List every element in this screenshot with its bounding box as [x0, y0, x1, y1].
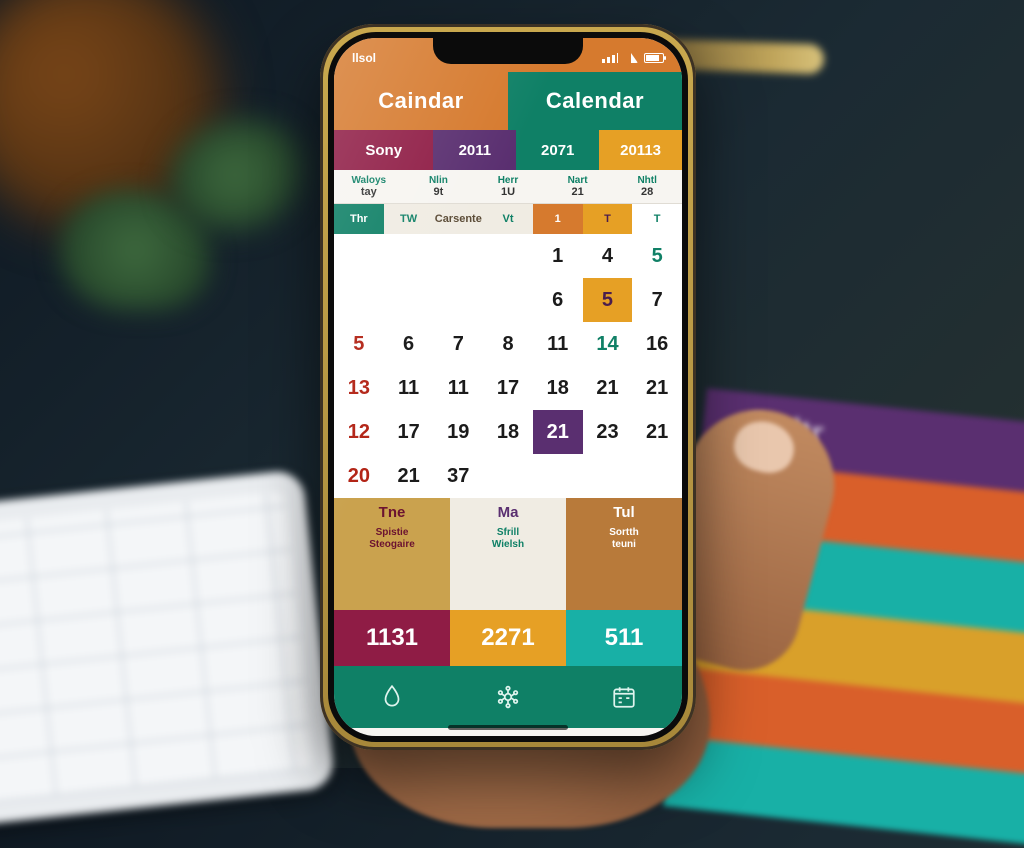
- number-cell[interactable]: 2271: [450, 610, 566, 666]
- day-sub: Sortth: [609, 527, 638, 539]
- tab-month[interactable]: Sony: [334, 130, 433, 170]
- calendar-day: [433, 234, 483, 278]
- calendar-day: [334, 278, 384, 322]
- calendar-day[interactable]: 5: [632, 234, 682, 278]
- day-label: Ma: [498, 504, 519, 521]
- calendar-day: [384, 278, 434, 322]
- day-label: Tne: [379, 504, 406, 521]
- calendar-day[interactable]: 1: [533, 234, 583, 278]
- calendar-day: [334, 234, 384, 278]
- nav-star-icon[interactable]: [486, 675, 530, 719]
- mini-item[interactable]: Nhtl28: [612, 170, 682, 203]
- calendar-day[interactable]: 5: [583, 278, 633, 322]
- day-label: Tul: [613, 504, 634, 521]
- day-sub: teuni: [612, 539, 636, 551]
- phone-device: llsol Caindar Calendar Sony 2011 2071 20…: [320, 24, 696, 750]
- day-column[interactable]: Tne Spistie Steogaire: [334, 498, 450, 610]
- phone-screen: llsol Caindar Calendar Sony 2011 2071 20…: [334, 38, 682, 736]
- calendar-day: [583, 454, 633, 498]
- day-sub: Steogaire: [369, 539, 415, 551]
- calendar-day[interactable]: 11: [433, 366, 483, 410]
- calendar-day[interactable]: 11: [384, 366, 434, 410]
- day-column[interactable]: Ma Sfrill Wielsh: [450, 498, 566, 610]
- weekday: Thr: [334, 204, 384, 234]
- calendar-grid: 1456575678111416131111171821211217191821…: [334, 234, 682, 498]
- tab-year[interactable]: 2011: [433, 130, 516, 170]
- weekday: T: [583, 204, 633, 234]
- signal-icon: [602, 53, 618, 63]
- header-left[interactable]: Caindar: [334, 72, 508, 130]
- calendar-day[interactable]: 21: [632, 366, 682, 410]
- decor-tablet: [0, 469, 336, 827]
- weekday: 1: [533, 204, 583, 234]
- calendar-day[interactable]: 13: [334, 366, 384, 410]
- calendar-day: [433, 278, 483, 322]
- day-sub: Sfrill: [497, 527, 519, 539]
- calendar-day[interactable]: 14: [583, 322, 633, 366]
- day-column[interactable]: Tul Sortth teuni: [566, 498, 682, 610]
- weekday-header: Thr TW Carsente Vt 1 T T: [334, 204, 682, 234]
- phone-notch: [433, 38, 583, 64]
- day-sub: Spistie: [376, 527, 409, 539]
- nav-home-icon[interactable]: [370, 675, 414, 719]
- calendar-day[interactable]: 8: [483, 322, 533, 366]
- calendar-day: [632, 454, 682, 498]
- mini-item[interactable]: Waloystay: [334, 170, 404, 203]
- weekday: Vt: [483, 204, 533, 234]
- mini-item[interactable]: Herr1U: [473, 170, 543, 203]
- status-time: llsol: [352, 51, 376, 65]
- calendar-day[interactable]: 19: [433, 410, 483, 454]
- day-band: Tne Spistie Steogaire Ma Sfrill Wielsh T…: [334, 498, 682, 610]
- battery-icon: [644, 53, 664, 63]
- calendar-day[interactable]: 18: [533, 366, 583, 410]
- calendar-day[interactable]: 16: [632, 322, 682, 366]
- calendar-day[interactable]: 17: [384, 410, 434, 454]
- calendar-day[interactable]: 23: [583, 410, 633, 454]
- weekday: Carsente: [433, 204, 483, 234]
- calendar-day[interactable]: 4: [583, 234, 633, 278]
- mini-item[interactable]: Nart21: [543, 170, 613, 203]
- wifi-icon: [624, 53, 638, 63]
- calendar-day[interactable]: 21: [384, 454, 434, 498]
- calendar-day[interactable]: 17: [483, 366, 533, 410]
- number-cell[interactable]: 511: [566, 610, 682, 666]
- tab-year[interactable]: 2071: [516, 130, 599, 170]
- mini-item[interactable]: Nlin9t: [404, 170, 474, 203]
- calendar-day[interactable]: 6: [533, 278, 583, 322]
- calendar-day[interactable]: 7: [632, 278, 682, 322]
- calendar-day[interactable]: 37: [433, 454, 483, 498]
- calendar-day[interactable]: 12: [334, 410, 384, 454]
- calendar-day[interactable]: 18: [483, 410, 533, 454]
- mini-labels: Waloystay Nlin9t Herr1U Nart21 Nhtl28: [334, 170, 682, 204]
- nav-calendar-icon[interactable]: [602, 675, 646, 719]
- calendar-day: [384, 234, 434, 278]
- calendar-day: [483, 278, 533, 322]
- tab-year[interactable]: 20113: [599, 130, 682, 170]
- calendar-day: [483, 234, 533, 278]
- calendar-day[interactable]: 20: [334, 454, 384, 498]
- number-band: 1131 2271 511: [334, 610, 682, 666]
- calendar-day[interactable]: 7: [433, 322, 483, 366]
- calendar-day: [533, 454, 583, 498]
- day-sub: Wielsh: [492, 539, 524, 551]
- calendar-day[interactable]: 21: [583, 366, 633, 410]
- calendar-day[interactable]: 11: [533, 322, 583, 366]
- weekday: T: [632, 204, 682, 234]
- calendar-day[interactable]: 5: [334, 322, 384, 366]
- weekday: TW: [384, 204, 434, 234]
- number-cell[interactable]: 1131: [334, 610, 450, 666]
- calendar-day: [483, 454, 533, 498]
- home-indicator[interactable]: [448, 725, 568, 730]
- calendar-day[interactable]: 21: [533, 410, 583, 454]
- header-right[interactable]: Calendar: [508, 72, 682, 130]
- app-header: Caindar Calendar: [334, 72, 682, 130]
- calendar-day[interactable]: 21: [632, 410, 682, 454]
- subheader-tabs: Sony 2011 2071 20113: [334, 130, 682, 170]
- calendar-day[interactable]: 6: [384, 322, 434, 366]
- bottom-nav: [334, 666, 682, 728]
